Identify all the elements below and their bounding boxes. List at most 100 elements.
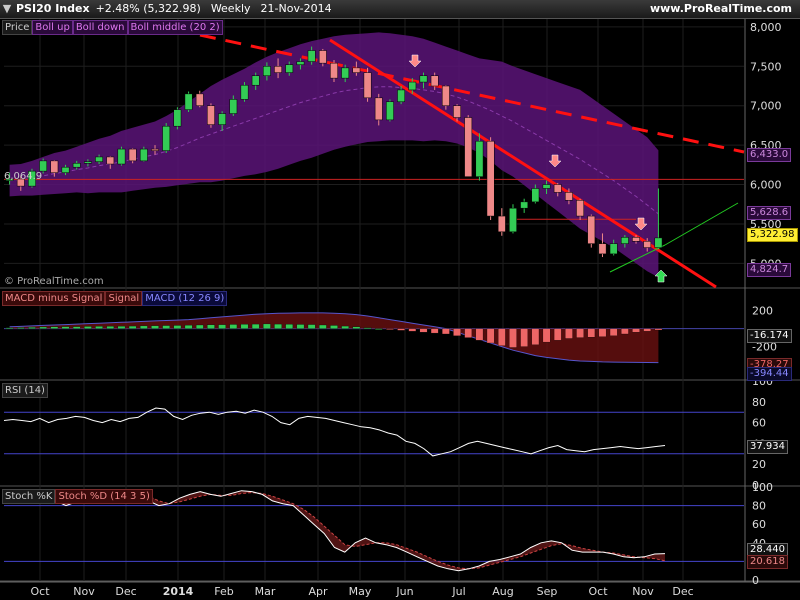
macd-histogram-bar [408, 328, 417, 332]
candle-body [95, 156, 103, 162]
candle-body [441, 85, 450, 106]
macd-histogram-bar [341, 325, 349, 329]
legend-boll-down[interactable]: Boll down [72, 20, 128, 35]
x-tick-label: Nov [73, 585, 95, 598]
candle-body [285, 64, 294, 73]
candle-body [39, 160, 48, 172]
legend-macd[interactable]: MACD (12 26 9) [142, 291, 228, 306]
legend-stoch-k[interactable]: Stoch %K [2, 489, 56, 504]
date-label: 21-Nov-2014 [260, 2, 332, 15]
candle-body [609, 243, 618, 255]
candle-body [553, 184, 562, 193]
rsi-panel[interactable] [3, 407, 744, 457]
candle-body [139, 148, 148, 162]
candle-body [151, 148, 159, 151]
candle-body [330, 62, 338, 79]
macd-histogram-bar [565, 328, 573, 339]
candle-body [195, 93, 204, 106]
x-tick-label: Dec [115, 585, 136, 598]
macd-histogram-bar [553, 328, 562, 341]
macd-panel[interactable] [4, 312, 744, 364]
macd-histogram-bar [430, 328, 439, 334]
x-tick-label: Jun [395, 585, 413, 598]
candle-body [229, 99, 238, 114]
macd-histogram-bar [542, 328, 551, 343]
macd-histogram-bar [296, 324, 305, 329]
candle-body [84, 161, 92, 164]
macd-histogram-bar [140, 325, 148, 329]
macd-histogram-bar [251, 323, 260, 329]
macd-histogram-bar [520, 328, 528, 347]
symbol-label[interactable]: PSI20 Index [16, 2, 90, 15]
macd-histogram-bar [643, 328, 652, 332]
candle-body [240, 84, 249, 100]
macd-histogram-bar [274, 323, 282, 329]
macd-histogram-bar [28, 327, 36, 329]
legend-boll-middle[interactable]: Boll middle (20 2) [127, 20, 223, 35]
macd-histogram-bar [95, 326, 103, 329]
macd-histogram-bar [61, 326, 70, 329]
candle-body [296, 61, 305, 65]
legend-stoch-d[interactable]: Stoch %D (14 3 5) [55, 489, 153, 504]
candle-body [587, 215, 596, 244]
macd-histogram-bar [218, 324, 226, 329]
legend-macd-hist[interactable]: MACD minus Signal [2, 291, 106, 306]
stoch-tick-label: 80 [752, 500, 766, 513]
macd-histogram-bar [128, 325, 137, 329]
macd-histogram-bar [240, 324, 249, 329]
macd-histogram-bar [576, 328, 584, 338]
chart-header: ▼ PSI20 Index +2.48% (5,322.98) Weekly 21-No… [0, 0, 800, 19]
candle-body [318, 50, 327, 64]
candle-body [475, 140, 484, 177]
candle-body [497, 215, 506, 233]
price-panel[interactable] [4, 32, 745, 289]
macd-histogram-bar [464, 328, 473, 338]
macd-histogram-bar [609, 328, 618, 336]
candle-body [620, 237, 629, 244]
legend-boll-up[interactable]: Boll up [32, 20, 73, 35]
legend-rsi[interactable]: RSI (14) [2, 383, 48, 398]
macd-histogram-bar [374, 328, 383, 330]
candle-body [654, 237, 663, 248]
candle-body [352, 67, 361, 73]
macd-histogram-bar [632, 328, 640, 333]
candle-body [520, 201, 529, 209]
macd-legend: MACD minus Signal Signal MACD (12 26 9) [2, 291, 228, 306]
x-tick-label: 2014 [163, 585, 194, 598]
macd-histogram-bar [498, 328, 506, 346]
macd-histogram-bar [654, 328, 663, 331]
x-tick-label: Nov [632, 585, 654, 598]
price-tick-label: 7,500 [750, 60, 782, 73]
candle-body [307, 50, 316, 62]
legend-price[interactable]: Price [2, 20, 33, 35]
macd-histogram-bar [397, 328, 405, 331]
stoch-d-line [3, 492, 666, 570]
candle-body [184, 93, 193, 110]
candle-body [464, 117, 473, 177]
macd-histogram-bar [184, 325, 193, 329]
x-tick-label: Aug [492, 585, 513, 598]
dropdown-arrow-icon[interactable]: ▼ [0, 0, 14, 18]
candle-body [72, 162, 81, 168]
candle-body [262, 66, 271, 77]
candle-body [576, 200, 584, 217]
candle-body [117, 148, 126, 165]
candle-body [386, 101, 394, 121]
candle-body [128, 148, 137, 162]
stoch-tick-label: 0 [752, 574, 759, 587]
candle-body [598, 243, 607, 255]
x-tick-label: Sep [537, 585, 558, 598]
price-tick-label: 8,000 [750, 21, 782, 34]
macd-histogram-bar [419, 328, 428, 333]
macd-histogram-bar [319, 324, 327, 329]
site-url[interactable]: www.ProRealTime.com [650, 0, 792, 18]
candle-body [632, 237, 640, 242]
macd-tick-label: 200 [752, 305, 773, 318]
macd-histogram-bar [486, 328, 495, 344]
stoch-tick-label: 100 [752, 481, 773, 494]
legend-signal[interactable]: Signal [105, 291, 143, 306]
frequency-label[interactable]: Weekly [211, 2, 251, 15]
candle-body [341, 67, 350, 79]
candle-body [218, 113, 227, 125]
candle-body [251, 75, 260, 86]
